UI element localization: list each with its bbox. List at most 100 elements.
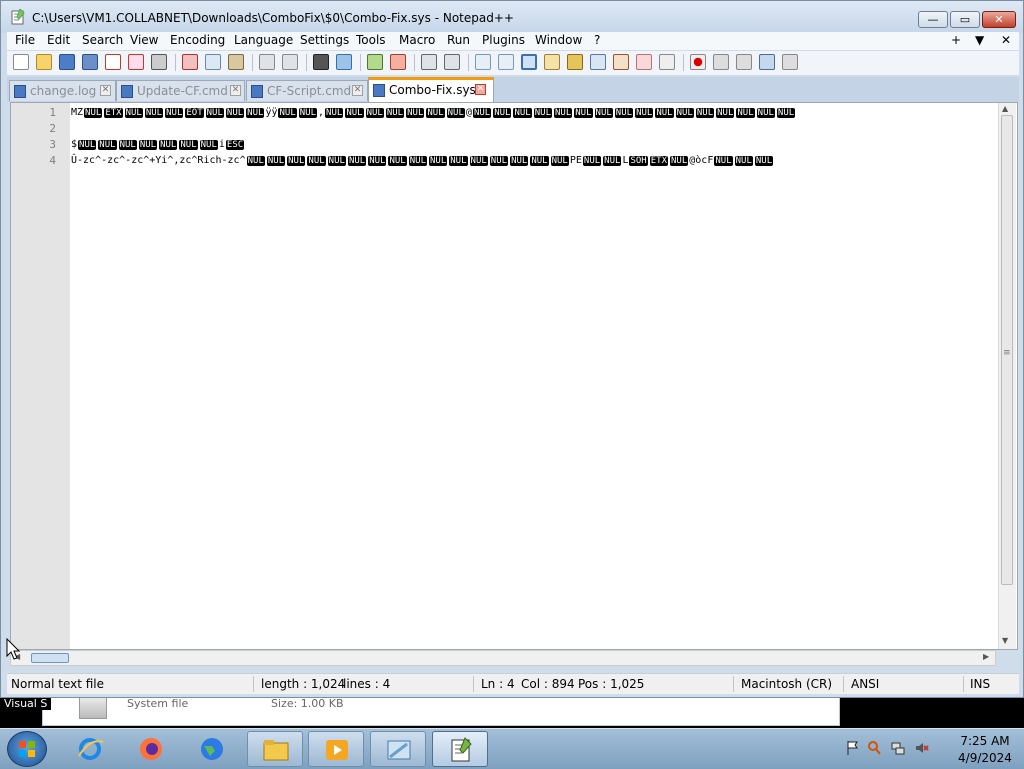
indent-guide-icon[interactable] — [521, 54, 537, 70]
clock-time[interactable]: 7:25 AM — [956, 734, 1014, 748]
control-char-badge: NUL — [670, 156, 689, 166]
scroll-down-icon[interactable]: ▼ — [1002, 636, 1008, 645]
save-macro-icon[interactable] — [782, 54, 798, 70]
zoom-out-icon[interactable] — [390, 54, 406, 70]
clock-date[interactable]: 4/9/2024 — [956, 751, 1014, 765]
window-icon — [387, 740, 411, 760]
monitor-icon[interactable] — [636, 54, 652, 70]
stop-macro-icon[interactable] — [713, 54, 729, 70]
network-icon[interactable] — [891, 740, 905, 756]
tab-update-cf[interactable]: Update-CF.cmd ✕ — [116, 80, 245, 101]
start-button[interactable] — [7, 731, 47, 767]
horizontal-scroll-thumb[interactable] — [31, 653, 69, 663]
taskbar-notepadpp[interactable] — [432, 731, 488, 767]
menu-plugins[interactable]: Plugins — [482, 33, 525, 47]
copy-icon[interactable] — [205, 54, 221, 70]
internet-explorer-icon — [78, 738, 104, 760]
vertical-scrollbar[interactable]: ▲ ≡ ▼ — [998, 103, 1016, 649]
udl-icon[interactable] — [544, 54, 560, 70]
open-file-icon[interactable] — [36, 54, 52, 70]
paste-icon[interactable] — [228, 54, 244, 70]
new-file-icon[interactable] — [13, 54, 29, 70]
code-line-3[interactable]: $ NUL NUL NUL NUL NUL NUL NUL i ESC — [71, 138, 245, 152]
undo-icon[interactable] — [259, 54, 275, 70]
taskbar-firefox[interactable] — [123, 731, 179, 767]
menu-macro[interactable]: Macro — [399, 33, 435, 47]
menu-settings[interactable]: Settings — [300, 33, 349, 47]
horizontal-scrollbar[interactable]: ◀ ▶ — [10, 650, 996, 666]
control-char-badge: NUL — [675, 108, 694, 118]
tab-close-icon[interactable]: ✕ — [100, 85, 111, 96]
control-char-badge: NUL — [695, 108, 715, 118]
line-number: 4 — [49, 154, 56, 167]
menu-view[interactable]: View — [130, 33, 158, 47]
play-macro-icon[interactable] — [736, 54, 752, 70]
menu-encoding[interactable]: Encoding — [170, 33, 225, 47]
tab-close-icon[interactable]: ✕ — [230, 85, 241, 96]
find-icon[interactable] — [313, 54, 329, 70]
code-area[interactable]: MZ NUL ETX NUL NUL NUL EOT NUL NUL NUL ÿÿ NUL NUL, NU… — [71, 103, 998, 649]
search-tray-icon[interactable] — [867, 740, 881, 756]
code-line-1[interactable]: MZ NUL ETX NUL NUL NUL EOT NUL NUL NUL ÿÿ NUL NUL, NU… — [71, 106, 796, 120]
scroll-up-icon[interactable]: ▲ — [1002, 104, 1008, 113]
print-icon[interactable] — [151, 54, 167, 70]
tab-list-control[interactable]: ▼ — [975, 33, 984, 47]
volume-muted-icon[interactable] — [915, 740, 929, 756]
taskbar-globe-app[interactable] — [184, 731, 240, 767]
doc-map-icon[interactable] — [567, 54, 583, 70]
close-doc-control[interactable]: ✕ — [1001, 33, 1011, 47]
record-macro-icon[interactable] — [690, 54, 706, 70]
status-divider — [253, 676, 254, 692]
tab-combo-fix[interactable]: Combo-Fix.sys ✕ — [368, 77, 494, 102]
minimize-button[interactable]: — — [918, 11, 948, 28]
control-char-badge: NUL — [446, 108, 465, 118]
zoom-in-icon[interactable] — [367, 54, 383, 70]
sync-horizontal-icon[interactable] — [444, 54, 460, 70]
control-char-badge: NUL — [734, 156, 753, 166]
taskbar-internet-explorer[interactable] — [62, 731, 118, 767]
new-tab-control[interactable]: + — [951, 33, 961, 47]
flag-icon[interactable] — [846, 740, 860, 756]
close-button[interactable]: ✕ — [982, 11, 1016, 28]
tab-close-icon[interactable]: ✕ — [475, 84, 486, 95]
sync-vertical-icon[interactable] — [421, 54, 437, 70]
save-all-icon[interactable] — [82, 54, 98, 70]
maximize-button[interactable]: ▭ — [950, 11, 980, 28]
menu-edit[interactable]: Edit — [47, 33, 70, 47]
tab-close-icon[interactable]: ✕ — [352, 85, 363, 96]
taskbar-window[interactable] — [370, 731, 426, 767]
replace-icon[interactable] — [336, 54, 352, 70]
menu-tools[interactable]: Tools — [356, 33, 386, 47]
taskbar-media-player[interactable] — [308, 731, 364, 767]
show-all-chars-icon[interactable] — [498, 54, 514, 70]
save-icon[interactable] — [59, 54, 75, 70]
tab-change-log[interactable]: change.log ✕ — [9, 80, 116, 101]
menu-help[interactable]: ? — [594, 33, 600, 47]
redo-icon[interactable] — [282, 54, 298, 70]
menu-file[interactable]: File — [15, 33, 35, 47]
title-bar[interactable]: C:\Users\VM1.COLLABNET\Downloads\ComboFi… — [1, 1, 1023, 33]
tab-cf-script[interactable]: CF-Script.cmd ✕ — [246, 80, 368, 101]
eye-icon[interactable] — [659, 54, 675, 70]
cut-icon[interactable] — [182, 54, 198, 70]
close-all-icon[interactable] — [128, 54, 144, 70]
menu-language[interactable]: Language — [234, 33, 293, 47]
control-char-badge: ESC — [225, 140, 245, 150]
control-char-badge: NUL — [530, 156, 549, 166]
close-icon[interactable] — [105, 54, 121, 70]
code-line-4[interactable]: Û-zc^-zc^-zc^+Yi^,zc^Rich-zc^ NUL NUL NUL NU… — [71, 154, 774, 168]
folder-workspace-icon[interactable] — [613, 54, 629, 70]
scroll-right-icon[interactable]: ▶ — [983, 652, 989, 661]
word-wrap-icon[interactable] — [475, 54, 491, 70]
menu-run[interactable]: Run — [447, 33, 470, 47]
run-macro-multiple-icon[interactable] — [759, 54, 775, 70]
control-char-badge: NUL — [603, 156, 622, 166]
control-char-badge: NUL — [246, 156, 265, 166]
menu-search[interactable]: Search — [82, 33, 123, 47]
control-char-badge: NUL — [138, 140, 158, 150]
editor-pane[interactable]: 1 2 3 4 MZ NUL ETX NUL NUL NUL EOT NUL NUL NUL ÿÿ N… — [10, 102, 1018, 650]
control-char-badge: NUL — [655, 108, 674, 118]
function-list-icon[interactable] — [590, 54, 606, 70]
menu-window[interactable]: Window — [535, 33, 582, 47]
taskbar-file-explorer[interactable] — [247, 731, 303, 767]
